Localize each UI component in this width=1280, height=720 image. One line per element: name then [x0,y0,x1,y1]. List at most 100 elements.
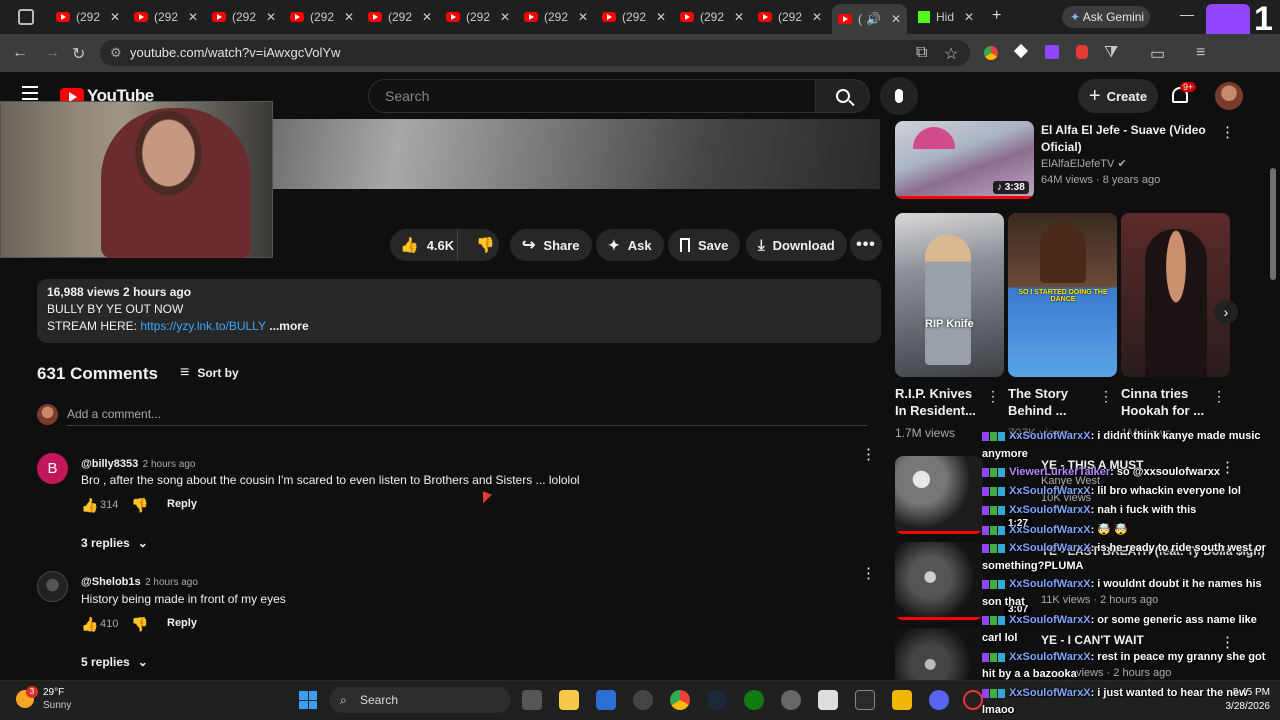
extension-chrome-icon[interactable] [984,46,998,60]
media-player-icon[interactable] [963,690,983,710]
short-menu-icon[interactable]: ⋮ [986,388,1000,405]
related-video-thumbnail[interactable] [895,456,983,534]
browser-tab[interactable]: (292 ✕ [524,6,588,28]
related-video-thumbnail[interactable] [895,628,983,680]
bookmark-star-icon[interactable]: ☆ [944,44,958,64]
download-button[interactable]: ⤓ Download [746,229,847,261]
close-tab-icon[interactable]: ✕ [344,10,354,24]
audio-playing-icon[interactable]: 🔊 [866,12,881,26]
start-windows-icon[interactable] [299,691,317,709]
extensions-puzzle-icon[interactable]: ⧩ [1104,44,1118,62]
close-tab-icon[interactable]: ✕ [656,10,666,24]
chrome-icon[interactable] [670,690,690,710]
more-actions-button[interactable]: ••• [850,229,882,261]
top-video-title[interactable]: El Alfa El Jefe - Suave (Video Oficial) [1041,122,1211,156]
add-comment-input[interactable]: Add a comment... [67,404,867,426]
sidebar-icon[interactable]: ▭ [1150,44,1165,64]
dislike-button[interactable]: 👎 [466,236,495,254]
share-button[interactable]: ↪ Share [510,229,592,261]
browser-tab[interactable]: (292 ✕ [368,6,432,28]
close-tab-icon[interactable]: ✕ [734,10,744,24]
browser-tab[interactable]: (292 ✕ [290,6,354,28]
ask-button[interactable]: ✦ Ask [596,229,664,261]
browser-tab[interactable]: (292 ✕ [680,6,744,28]
menu-icon[interactable]: ≡ [1196,44,1205,62]
page-scrollbar[interactable] [1270,168,1276,280]
browser-tab-active[interactable]: (🔊 ✕ [832,4,908,34]
comment-dislike-button[interactable]: 👎 [131,497,148,514]
video-menu-icon[interactable]: ⋮ [1220,633,1235,651]
search-button[interactable] [816,79,870,113]
comment-menu-icon[interactable]: ⋮ [861,447,876,462]
back-icon[interactable]: ← [12,44,28,62]
save-button[interactable]: Save [668,229,741,261]
close-tab-icon[interactable]: ✕ [812,10,822,24]
browser-tab[interactable]: (292 ✕ [758,6,822,28]
file-explorer-icon[interactable] [559,690,579,710]
forward-icon[interactable]: → [44,44,60,62]
browser-tab[interactable]: (292 ✕ [446,6,510,28]
store-icon[interactable] [596,690,616,710]
browser-tab[interactable]: (292 ✕ [56,6,120,28]
ask-gemini-button[interactable]: ✦ Ask Gemini [1062,6,1150,28]
comment-menu-icon[interactable]: ⋮ [861,566,876,581]
close-tab-icon[interactable]: ✕ [188,10,198,24]
comment-reply-button[interactable]: Reply [167,498,197,510]
task-view-icon[interactable] [522,690,542,710]
discord-icon[interactable] [929,690,949,710]
guide-menu-icon[interactable] [22,86,38,100]
close-tab-icon[interactable]: ✕ [110,10,120,24]
search-input[interactable]: Search [368,79,816,113]
taskbar-search-box[interactable]: ⌕ Search [330,687,510,713]
app-icon[interactable] [781,690,801,710]
short-menu-icon[interactable]: ⋮ [1212,388,1226,405]
close-tab-icon[interactable]: ✕ [422,10,432,24]
short-thumbnail[interactable]: SO I STARTED DOING THE DANCE [1008,213,1117,377]
comment-author[interactable]: @billy8353 [81,458,138,470]
comment-like-button[interactable]: 👍 [81,616,98,633]
like-button[interactable]: 👍 4.6K [390,229,458,261]
extension-red-icon[interactable] [1076,45,1088,59]
sort-by-button[interactable]: ≡ Sort by [180,364,239,382]
comment-time[interactable]: 2 hours ago [145,577,198,588]
voice-search-button[interactable] [880,77,918,115]
browser-tab[interactable]: Hid ✕ [918,6,974,28]
short-title[interactable]: Cinna tries Hookah for ... [1121,385,1211,419]
short-title[interactable]: The Story Behind ... [1008,385,1094,419]
view-replies-button[interactable]: 3 replies ⌄ [81,536,148,550]
view-replies-button[interactable]: 5 replies ⌄ [81,655,148,669]
shorts-next-button[interactable]: › [1214,300,1238,324]
extension-twitch-icon[interactable] [1045,45,1059,59]
7zip-icon[interactable] [818,690,838,710]
show-more-button[interactable]: ...more [266,319,308,333]
install-app-icon[interactable]: ⧉ [916,44,927,62]
account-avatar[interactable] [1215,82,1243,110]
top-video-channel[interactable]: ElAlfaElJefeTV ✔ [1041,157,1127,170]
app-icon[interactable] [892,690,912,710]
short-title[interactable]: R.I.P. Knives In Resident... [895,385,981,419]
browser-tab[interactable]: (292 ✕ [134,6,198,28]
steam-icon[interactable] [707,690,727,710]
browser-tab[interactable]: (292 ✕ [212,6,276,28]
create-button[interactable]: + Create [1078,79,1158,113]
close-tab-icon[interactable]: ✕ [266,10,276,24]
close-tab-icon[interactable]: ✕ [578,10,588,24]
new-tab-icon[interactable]: + [992,7,1001,25]
related-video-thumbnail[interactable] [895,542,983,620]
short-thumbnail[interactable]: RIP Knife [895,213,1004,377]
notifications-button[interactable]: 9+ [1170,82,1197,108]
description-link[interactable]: https://yzy.lnk.to/BULLY [140,319,266,333]
close-tab-icon[interactable]: ✕ [891,12,901,26]
comment-time[interactable]: 2 hours ago [143,459,196,470]
xbox-icon[interactable] [744,690,764,710]
tab-search-icon[interactable] [18,9,34,25]
comment-dislike-button[interactable]: 👎 [131,616,148,633]
video-menu-icon[interactable]: ⋮ [1220,458,1235,476]
address-bar[interactable]: ⚙ youtube.com/watch?v=iAwxgcVolYw [100,40,970,66]
short-menu-icon[interactable]: ⋮ [1099,388,1113,405]
comment-author[interactable]: @Shelob1s [81,576,141,588]
browser-tab[interactable]: (292 ✕ [602,6,666,28]
comment-avatar[interactable]: B [37,453,68,484]
minimize-icon[interactable]: — [1180,6,1194,22]
video-menu-icon[interactable]: ⋮ [1220,123,1235,141]
